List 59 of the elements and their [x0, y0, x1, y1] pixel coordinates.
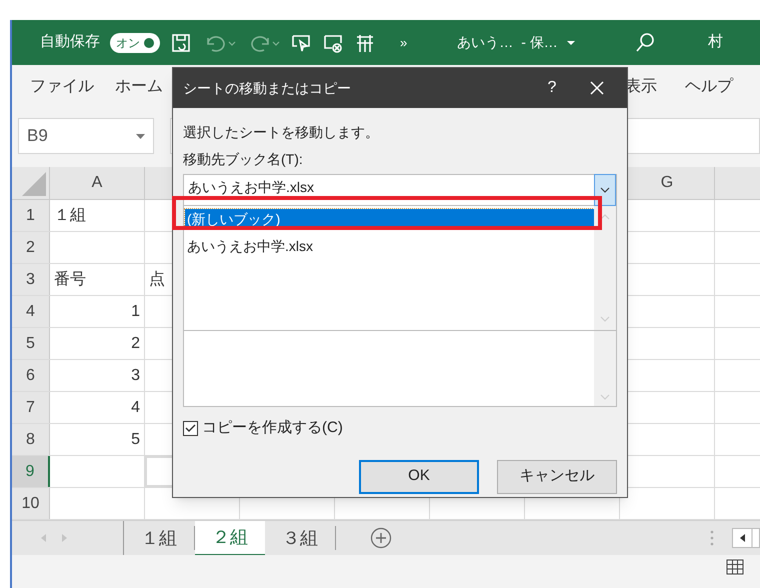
save-status: - 保… [521, 33, 558, 52]
field-label: 移動先ブック名(T): [183, 150, 304, 169]
row-header[interactable]: 1 [12, 200, 50, 231]
dialog-button[interactable]: キャンセル [497, 460, 617, 494]
copy-checkbox[interactable]: コピーを作成する(C) [183, 417, 343, 440]
table-cell: 5 [50, 424, 145, 455]
close-icon [590, 81, 604, 95]
vertical-scrollbar[interactable] [594, 331, 616, 406]
list-item[interactable]: あいうえお中学.xlsx [185, 236, 594, 256]
file-name: あいう… [457, 33, 514, 52]
splitter-icon [710, 530, 714, 546]
dialog-title: シートの移動またはコピー [183, 78, 352, 98]
table-cell: 4 [50, 392, 145, 423]
help-button[interactable]: ? [537, 76, 567, 100]
scroll-right-icon [62, 534, 67, 542]
table-cell: 番号 [50, 264, 145, 295]
sheet-tab[interactable]: ２組 [195, 520, 265, 556]
table-cell: 3 [50, 360, 145, 391]
autosave-label: 自動保存 [40, 32, 100, 52]
ribbon-tab[interactable]: ファイル [30, 75, 94, 99]
save-icon [170, 32, 192, 54]
add-sheet-icon [370, 527, 392, 549]
table-cell: 2 [50, 328, 145, 359]
caret-icon [566, 40, 576, 46]
ribbon-tab[interactable]: ヘルプ [685, 75, 733, 99]
row-header[interactable]: 7 [12, 392, 50, 423]
autosave-toggle[interactable]: オン [110, 32, 160, 52]
check-icon [185, 424, 196, 433]
more-commands-button[interactable]: » [400, 32, 408, 52]
caret-icon [136, 134, 145, 138]
horizontal-scrollbar[interactable] [732, 528, 760, 548]
ribbon-tab[interactable]: ホーム [115, 75, 163, 99]
table-cell: １組 [50, 200, 145, 231]
vertical-scrollbar[interactable] [594, 206, 616, 330]
checkbox[interactable] [183, 420, 198, 436]
user-name: 村 [708, 32, 723, 52]
row-header[interactable]: 4 [12, 296, 50, 327]
scroll-left-icon [41, 534, 46, 542]
row-header[interactable]: 6 [12, 360, 50, 391]
row-header[interactable]: 5 [12, 328, 50, 359]
row-header[interactable]: 8 [12, 424, 50, 455]
grid-view-icon [726, 559, 744, 575]
table-cell: 1 [50, 296, 145, 327]
chevron-down-icon [600, 187, 610, 193]
dropdown-button[interactable] [594, 174, 616, 206]
name-box[interactable]: B9 [18, 118, 154, 154]
chevron-up-icon [600, 214, 610, 220]
select-all-icon [22, 172, 46, 196]
row-header[interactable]: 9 [12, 456, 50, 487]
dialog-button[interactable]: OK [359, 460, 479, 494]
row-header[interactable]: 3 [12, 264, 50, 295]
chevron-down-icon [600, 316, 610, 322]
chevron-down-icon [600, 394, 610, 400]
instruction-text: 選択したシートを移動します。 [183, 123, 380, 142]
row-header[interactable]: 2 [12, 232, 50, 263]
row-header[interactable]: 10 [12, 488, 50, 519]
sheet-tab[interactable]: ３組 [265, 526, 336, 550]
search-icon [634, 32, 656, 54]
column-header[interactable]: A [50, 167, 145, 199]
